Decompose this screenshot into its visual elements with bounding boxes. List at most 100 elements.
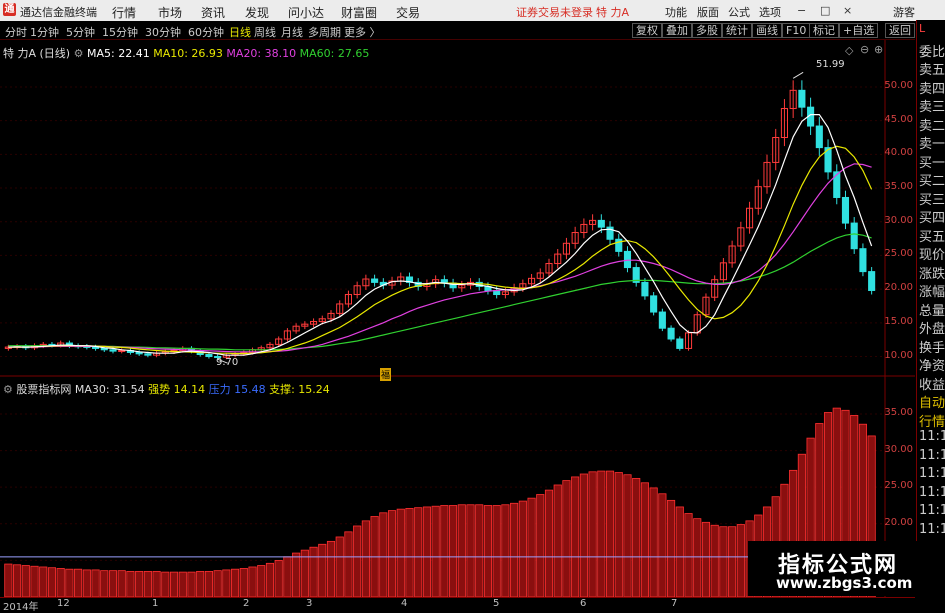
chart-canvas[interactable] (0, 40, 915, 597)
sidebar-item[interactable]: 涨幅 (919, 281, 945, 300)
period-multi[interactable]: 多周期 (308, 24, 341, 40)
adjust-button[interactable]: 复权 (632, 23, 662, 38)
guest-label[interactable]: 游客 (893, 4, 915, 20)
minimize-icon[interactable]: − (797, 4, 806, 17)
login-warning[interactable]: 证券交易未登录 (516, 4, 593, 20)
sidebar-item[interactable]: 自动 (919, 392, 945, 411)
sidebar-item[interactable]: 买三 (919, 189, 945, 208)
indicator-bar (204, 570, 213, 597)
sidebar-item[interactable]: 买一 (919, 152, 945, 171)
sidebar-item[interactable]: 涨跌 (919, 263, 945, 282)
zoom-in-icon[interactable]: ⊕ (874, 43, 883, 56)
period-weekly[interactable]: 周线 (254, 24, 276, 40)
sidebar-item[interactable]: 买五 (919, 226, 945, 245)
event-marker[interactable]: 福 (380, 368, 392, 381)
period-more[interactable]: 更多 〉 (344, 24, 381, 40)
top-stock-name: 特 力A (596, 6, 630, 19)
menu-layout[interactable]: 版面 (697, 4, 719, 20)
settings-icon[interactable]: ⚙ (74, 47, 84, 60)
price-tick-label: 15.00 (884, 315, 913, 327)
indicator-bar (597, 470, 606, 597)
close-icon[interactable]: × (843, 4, 852, 17)
price-tick-label: 10.00 (884, 349, 913, 361)
menu-formula[interactable]: 公式 (728, 4, 750, 20)
sidebar-item[interactable]: 11:1 (919, 503, 945, 518)
sidebar-item[interactable]: 11:1 (919, 485, 945, 500)
stock-period-label: 特 力A (日线) (3, 47, 71, 60)
indicator-bar (518, 500, 527, 597)
indicator-bar (21, 565, 30, 597)
sidebar-item[interactable]: 收益 (919, 374, 945, 393)
draw-button[interactable]: 画线 (752, 23, 782, 38)
indicator-bar (449, 505, 458, 597)
date-label: 5 (493, 598, 500, 609)
period-15min[interactable]: 15分钟 (102, 24, 138, 40)
sidebar-item[interactable]: 卖五 (919, 59, 945, 78)
price-tick-label: 35.00 (884, 181, 913, 193)
menu-trade[interactable]: 交易 (396, 4, 420, 21)
sidebar-item[interactable]: 外盘 (919, 318, 945, 337)
indicator-settings-icon[interactable]: ⚙ (3, 383, 13, 396)
sidebar-item[interactable]: 净资 (919, 355, 945, 374)
sidebar-item[interactable]: 买二 (919, 170, 945, 189)
indicator-bar (728, 526, 737, 597)
menu-discover[interactable]: 发现 (245, 4, 269, 21)
indicator-bar (527, 497, 536, 597)
indicator-bar (466, 504, 475, 597)
menu-news[interactable]: 资讯 (201, 4, 225, 21)
expand-icon[interactable]: ◇ (845, 44, 853, 57)
sidebar-item[interactable]: 总量 (919, 300, 945, 319)
price-tick-label: 45.00 (884, 113, 913, 125)
period-1min[interactable]: 1分钟 (30, 24, 59, 40)
menu-options[interactable]: 选项 (759, 4, 781, 20)
sidebar-item[interactable]: 11:1 (919, 429, 945, 444)
sidebar-item[interactable]: 卖三 (919, 96, 945, 115)
f10-button[interactable]: F10 (782, 23, 811, 38)
maximize-icon[interactable]: □ (820, 4, 830, 17)
indicator-bar (614, 472, 623, 597)
menu-ask[interactable]: 问小达 (288, 4, 324, 21)
period-30min[interactable]: 30分钟 (145, 24, 181, 40)
sidebar-item[interactable]: L (919, 22, 945, 35)
period-5min[interactable]: 5分钟 (66, 24, 95, 40)
period-monthly[interactable]: 月线 (281, 24, 303, 40)
zoom-out-icon[interactable]: ⊖ (860, 43, 869, 56)
kline-chart[interactable]: 特 力A (日线) ⚙ MA5: 22.41 MA10: 26.93 MA20:… (0, 40, 915, 597)
period-timeshare[interactable]: 分时 (5, 24, 27, 40)
indicator-bar (309, 546, 318, 597)
sidebar-item[interactable]: 11:1 (919, 466, 945, 481)
sidebar-item[interactable]: 现价 (919, 244, 945, 263)
sidebar-item[interactable]: 买四 (919, 207, 945, 226)
ma60-line (8, 233, 872, 351)
indicator-bar (675, 506, 684, 597)
menu-quotes[interactable]: 行情 (112, 4, 136, 21)
candle-body (623, 250, 632, 269)
menu-market[interactable]: 市场 (158, 4, 182, 21)
mark-button[interactable]: 标记 (809, 23, 839, 38)
sidebar-item[interactable]: 委比 (919, 41, 945, 60)
add-watchlist-button[interactable]: +自选 (839, 23, 879, 38)
sidebar-item[interactable]: 11:1 (919, 522, 945, 537)
multistock-button[interactable]: 多股 (692, 23, 722, 38)
period-60min[interactable]: 60分钟 (188, 24, 224, 40)
stats-button[interactable]: 统计 (722, 23, 752, 38)
sidebar-item[interactable]: 卖一 (919, 133, 945, 152)
period-daily[interactable]: 日线 (229, 24, 251, 40)
indicator-bar (693, 518, 702, 597)
sidebar-item[interactable]: 卖二 (919, 115, 945, 134)
overlay-button[interactable]: 叠加 (662, 23, 692, 38)
back-button[interactable]: 返回 (885, 23, 915, 38)
indicator-bar (169, 571, 179, 597)
indicator-bar (257, 565, 266, 597)
menu-wealth[interactable]: 财富圈 (341, 4, 377, 21)
indicator-bar (501, 504, 510, 597)
sidebar-item[interactable]: 11:1 (919, 448, 945, 463)
menu-function[interactable]: 功能 (665, 4, 687, 20)
indicator-bar (318, 543, 327, 597)
sidebar-item[interactable]: 行情 (919, 411, 945, 430)
indicator-bar (178, 571, 187, 597)
sidebar-item[interactable]: 换手 (919, 337, 945, 356)
indicator-bar (117, 570, 126, 597)
sidebar-item[interactable]: 卖四 (919, 78, 945, 97)
price-tick-label: 40.00 (884, 147, 913, 159)
